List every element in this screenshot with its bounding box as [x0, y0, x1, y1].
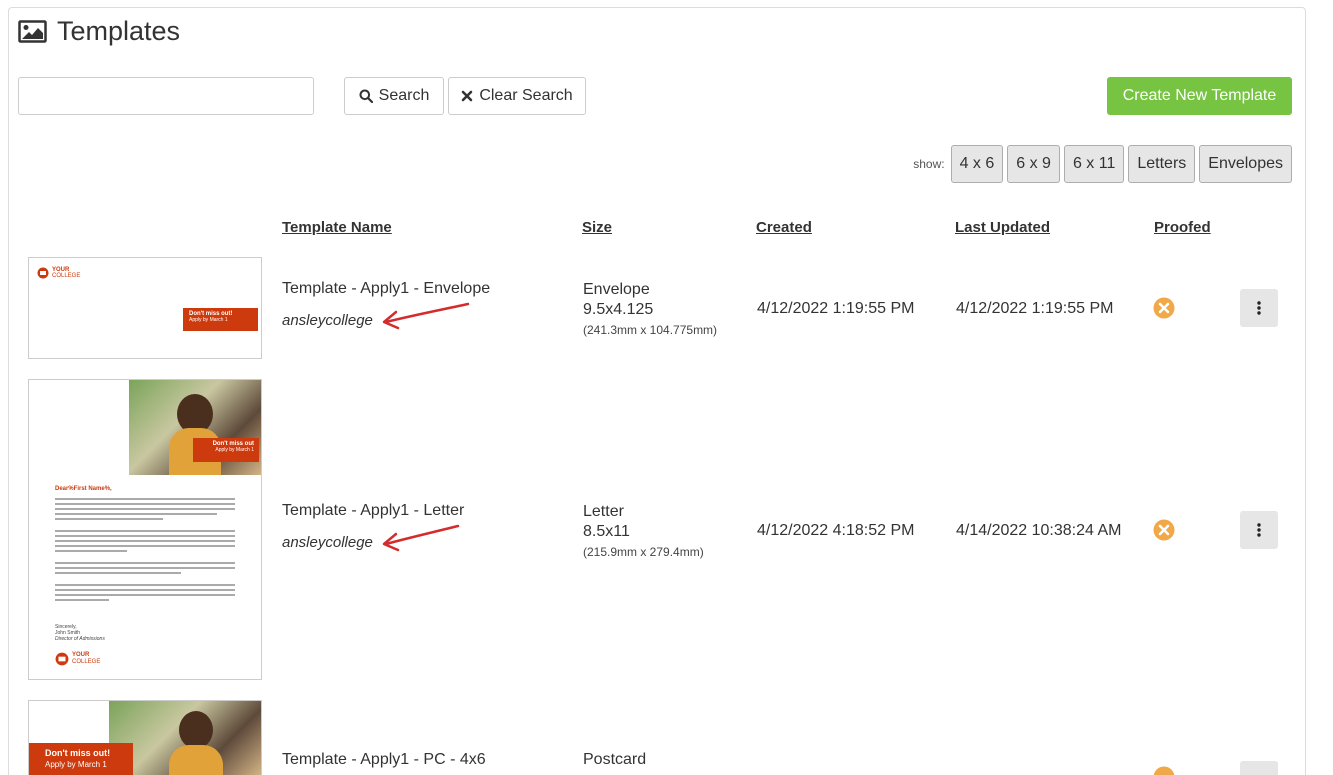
template-thumbnail-postcard[interactable]: Don't miss out! Apply by March 1 — [28, 700, 262, 775]
cta-badge: Don't miss out Apply by March 1 — [193, 438, 259, 462]
filter-6x11-button[interactable]: 6 x 11 — [1063, 145, 1125, 183]
more-vertical-icon — [1257, 301, 1261, 315]
clear-search-button[interactable]: Clear Search — [448, 77, 586, 115]
signature-line-3: Director of Admissions — [55, 636, 105, 642]
filter-4x6-button[interactable]: 4 x 6 — [950, 145, 1004, 183]
column-header-template-name[interactable]: Template Name — [282, 219, 392, 236]
college-seal-icon — [37, 267, 49, 279]
cta-title: Don't miss out! — [45, 748, 111, 758]
college-logo: YOUR COLLEGE — [37, 267, 80, 279]
logo-line-2: COLLEGE — [52, 273, 81, 279]
last-updated-date: 4/12/2022 1:19:55 PM — [956, 300, 1114, 317]
created-date: 4/12/2022 4:18:52 PM — [757, 522, 915, 539]
clear-search-label: Clear Search — [479, 87, 573, 104]
column-header-size[interactable]: Size — [582, 219, 612, 236]
size-type: Envelope — [583, 281, 650, 298]
column-header-created[interactable]: Created — [756, 219, 812, 236]
cta-badge: Don't miss out! Apply by March 1 — [29, 743, 133, 775]
search-input[interactable] — [18, 77, 314, 115]
show-label: show: — [913, 157, 945, 171]
template-name-link[interactable]: Template - Apply1 - Envelope — [282, 280, 490, 297]
row-actions-button[interactable] — [1240, 511, 1278, 549]
letter-body-lines — [55, 498, 235, 601]
filter-letters-button[interactable]: Letters — [1128, 145, 1196, 183]
not-proofed-icon — [1153, 519, 1175, 541]
page-header: Templates — [18, 16, 180, 47]
row-actions-button[interactable] — [1240, 289, 1278, 327]
size-type: Letter — [583, 503, 624, 520]
letter-greeting: Dear%First Name%, — [55, 486, 112, 492]
row-actions-button[interactable] — [1240, 761, 1278, 775]
more-vertical-icon — [1257, 523, 1261, 537]
cta-subtitle: Apply by March 1 — [45, 760, 107, 769]
size-cell: Letter 8.5x11 (215.9mm x 279.4mm) — [583, 502, 704, 562]
college-seal-icon — [55, 652, 69, 666]
create-template-label: Create New Template — [1122, 87, 1277, 104]
size-type: Postcard — [583, 751, 647, 768]
size-dimensions: 8.5x11 — [583, 523, 630, 540]
size-mm: (241.3mm x 104.775mm) — [583, 323, 718, 337]
size-cell: Postcard — [583, 751, 646, 769]
created-date: 4/12/2022 1:19:55 PM — [757, 300, 915, 317]
search-icon — [359, 89, 373, 103]
page-title: Templates — [57, 16, 181, 46]
last-updated-date: 4/14/2022 10:38:24 AM — [956, 522, 1122, 539]
logo-line-2: COLLEGE — [72, 659, 101, 665]
template-thumbnail-envelope[interactable]: YOUR COLLEGE Don't miss out! Apply by Ma… — [28, 257, 262, 359]
cta-subtitle: Apply by March 1 — [215, 447, 254, 453]
search-button-label: Search — [378, 87, 430, 104]
college-logo: YOUR COLLEGE — [55, 652, 100, 666]
template-name-link[interactable]: Template - Apply1 - PC - 4x6 — [282, 751, 486, 768]
close-icon — [462, 90, 473, 102]
image-icon — [18, 20, 47, 43]
template-thumbnail-letter[interactable]: Don't miss out Apply by March 1 Dear%Fir… — [28, 379, 262, 680]
cta-subtitle: Apply by March 1 — [189, 317, 228, 323]
filter-6x9-button[interactable]: 6 x 9 — [1007, 145, 1060, 183]
column-header-last-updated[interactable]: Last Updated — [955, 219, 1050, 236]
cta-badge: Don't miss out! Apply by March 1 — [183, 308, 258, 331]
size-cell: Envelope 9.5x4.125 (241.3mm x 104.775mm) — [583, 280, 717, 340]
logo-line-1: YOUR — [72, 652, 90, 658]
annotation-arrow-icon — [382, 302, 470, 330]
letter-signature: Sincerely, John Smith Director of Admiss… — [55, 624, 105, 642]
create-template-button[interactable]: Create New Template — [1107, 77, 1292, 115]
filter-envelopes-button[interactable]: Envelopes — [1199, 145, 1292, 183]
size-mm: (215.9mm x 279.4mm) — [583, 545, 704, 559]
annotation-arrow-icon — [382, 524, 460, 552]
size-dimensions: 9.5x4.125 — [583, 301, 654, 318]
column-header-proofed[interactable]: Proofed — [1154, 219, 1211, 236]
not-proofed-icon — [1153, 297, 1175, 319]
size-filter-group: show: 4 x 6 6 x 9 6 x 11 Letters Envelop… — [913, 145, 1292, 183]
template-name-cell: Template - Apply1 - PC - 4x6 — [282, 751, 486, 769]
not-proofed-icon — [1153, 766, 1175, 775]
search-button[interactable]: Search — [344, 77, 444, 115]
template-name-link[interactable]: Template - Apply1 - Letter — [282, 502, 464, 519]
